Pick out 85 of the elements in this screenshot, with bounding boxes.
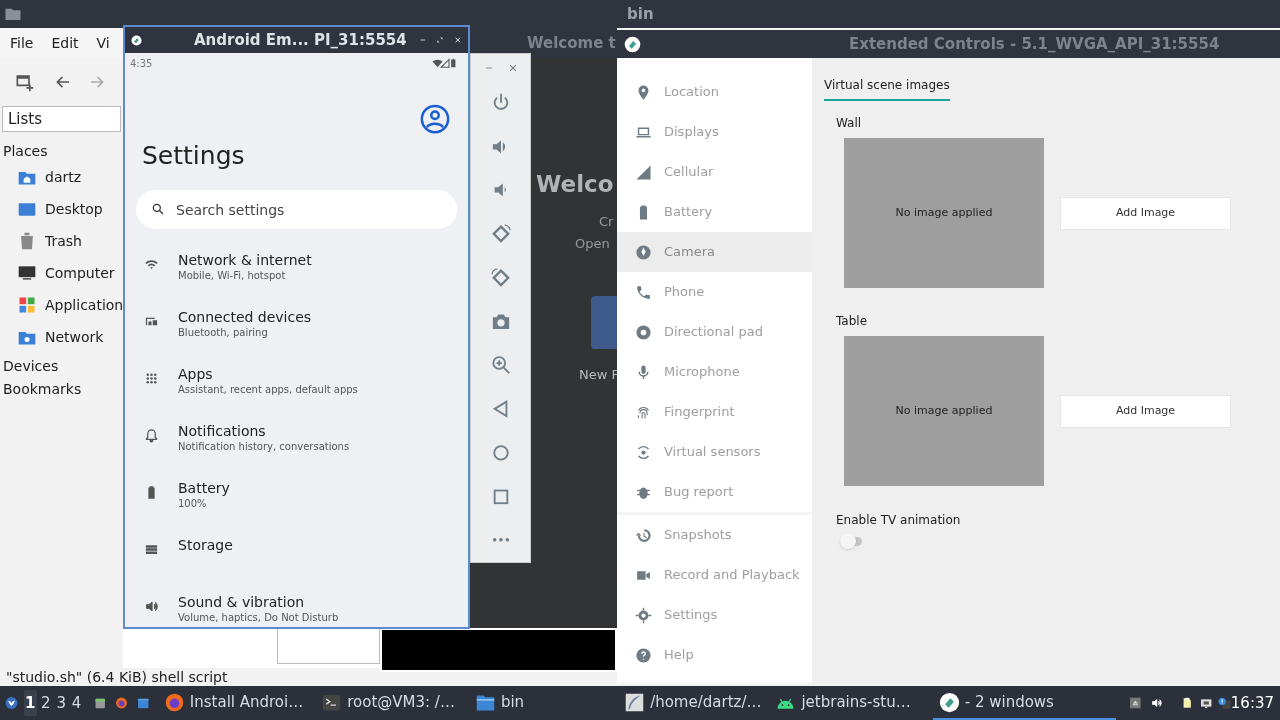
setting-title[interactable]: Notifications: [178, 422, 350, 440]
setting-summary: 100%: [178, 497, 208, 511]
taskbar-button[interactable]: root@VM3: /…: [320, 686, 456, 720]
workspace-button[interactable]: 1: [24, 690, 37, 716]
setting-summary: Volume, haptics, Do Not Disturb: [178, 611, 339, 625]
placeholder-text: No image applied: [895, 402, 993, 419]
window-title: Android Em... PI_31:5554: [194, 29, 407, 51]
setting-title[interactable]: Apps: [178, 365, 358, 383]
taskbar-button[interactable]: jetbrains-stu…: [774, 686, 912, 720]
zoom-icon[interactable]: [489, 354, 512, 377]
grid-icon: [144, 371, 159, 386]
wifi-icon: [144, 257, 159, 272]
menu-item[interactable]: Edit: [51, 32, 79, 54]
window-title: Extended Controls - 5.1_WVGA_API_31:5554: [849, 33, 1220, 55]
close-icon[interactable]: [454, 34, 462, 46]
placeholder-text: No image applied: [895, 204, 993, 221]
screen-title: Settings: [141, 140, 246, 172]
location-dropdown[interactable]: Lists: [2, 106, 121, 132]
expand-icon[interactable]: [436, 34, 445, 46]
section-label: Table: [836, 313, 869, 329]
status-icons: [431, 58, 457, 68]
welcome-text: Cr: [599, 213, 615, 231]
search-icon: [151, 202, 165, 216]
dpad-icon: [635, 323, 652, 341]
speaker-icon: [144, 599, 159, 614]
sidebar-item[interactable]: Desktop: [45, 198, 103, 220]
setting-summary: Notification history, conversations: [178, 440, 350, 454]
monitor-icon: [17, 263, 37, 283]
emulator-logo-icon: [938, 691, 960, 713]
menu-item[interactable]: Vi: [96, 32, 110, 54]
taskbar-button[interactable]: Install Androi…: [162, 686, 305, 720]
setting-summary: Assistant, recent apps, default apps: [178, 383, 358, 397]
history-icon: [635, 526, 652, 544]
tab[interactable]: Virtual scene images: [824, 76, 950, 101]
section-header: Places: [2, 142, 49, 161]
section-header: Devices: [2, 357, 60, 376]
setting-title[interactable]: Connected devices: [178, 308, 312, 326]
storage-icon: [144, 542, 159, 557]
add-image-button[interactable]: Add Image: [1060, 394, 1231, 428]
welcome-text: Open: [575, 235, 611, 253]
close-icon[interactable]: [507, 63, 518, 73]
toggle-label: Enable TV animation: [836, 512, 962, 528]
setting-title[interactable]: Sound & vibration: [178, 593, 339, 611]
window-title: Welcome t: [527, 32, 616, 54]
taskbar-button[interactable]: - 2 windows: [932, 686, 1116, 720]
toggle-switch[interactable]: [840, 533, 862, 549]
sidebar-item[interactable]: Computer: [45, 262, 115, 284]
setting-summary: Mobile, Wi-Fi, hotspot: [178, 269, 287, 283]
sensor-icon: [635, 443, 652, 461]
help-icon: [635, 646, 652, 664]
account-icon[interactable]: [420, 104, 450, 134]
workspace-button[interactable]: 4: [70, 690, 83, 716]
bell-icon: [144, 428, 159, 443]
section-header: Bookmarks: [2, 380, 83, 399]
setting-title[interactable]: Storage: [178, 536, 233, 554]
menu-item[interactable]: File: [10, 32, 34, 54]
new-tab-icon[interactable]: [14, 72, 34, 92]
welcome-heading: Welco: [536, 170, 615, 199]
setting-summary: Bluetooth, pairing: [178, 326, 269, 340]
taskbar-button[interactable]: bin: [473, 686, 526, 720]
section-label: Wall: [836, 115, 863, 131]
sidebar-item[interactable]: dartz: [45, 166, 82, 188]
setting-title[interactable]: Battery: [178, 479, 230, 497]
window-title: bin: [627, 3, 654, 25]
browser-icon: [163, 691, 185, 713]
add-image-button[interactable]: Add Image: [1060, 196, 1231, 230]
sidebar-item[interactable]: Trash: [45, 230, 82, 252]
phone-icon: [635, 283, 652, 301]
aperture-icon: [635, 243, 652, 261]
setting-title[interactable]: Network & internet: [178, 251, 312, 269]
status-text: "studio.sh" (6.4 KiB) shell script: [6, 667, 228, 687]
emulator-logo-icon: [624, 35, 641, 53]
sidebar-item[interactable]: Application: [45, 294, 124, 316]
search-field[interactable]: Search settings: [136, 190, 457, 229]
sidebar-item[interactable]: Network: [45, 326, 104, 348]
workspace-button[interactable]: 2: [39, 690, 52, 716]
signal-icon: [635, 163, 652, 181]
workspace-button[interactable]: 3: [54, 690, 68, 716]
apps-icon: [17, 295, 37, 315]
taskbar-button[interactable]: /home/dartz/…: [623, 686, 763, 720]
settings-icon: [635, 606, 652, 624]
feather-icon: [624, 691, 646, 713]
clock: 16:37: [1230, 692, 1275, 714]
status-time: 4:35: [130, 56, 153, 71]
rotate-right-icon[interactable]: [489, 266, 512, 289]
